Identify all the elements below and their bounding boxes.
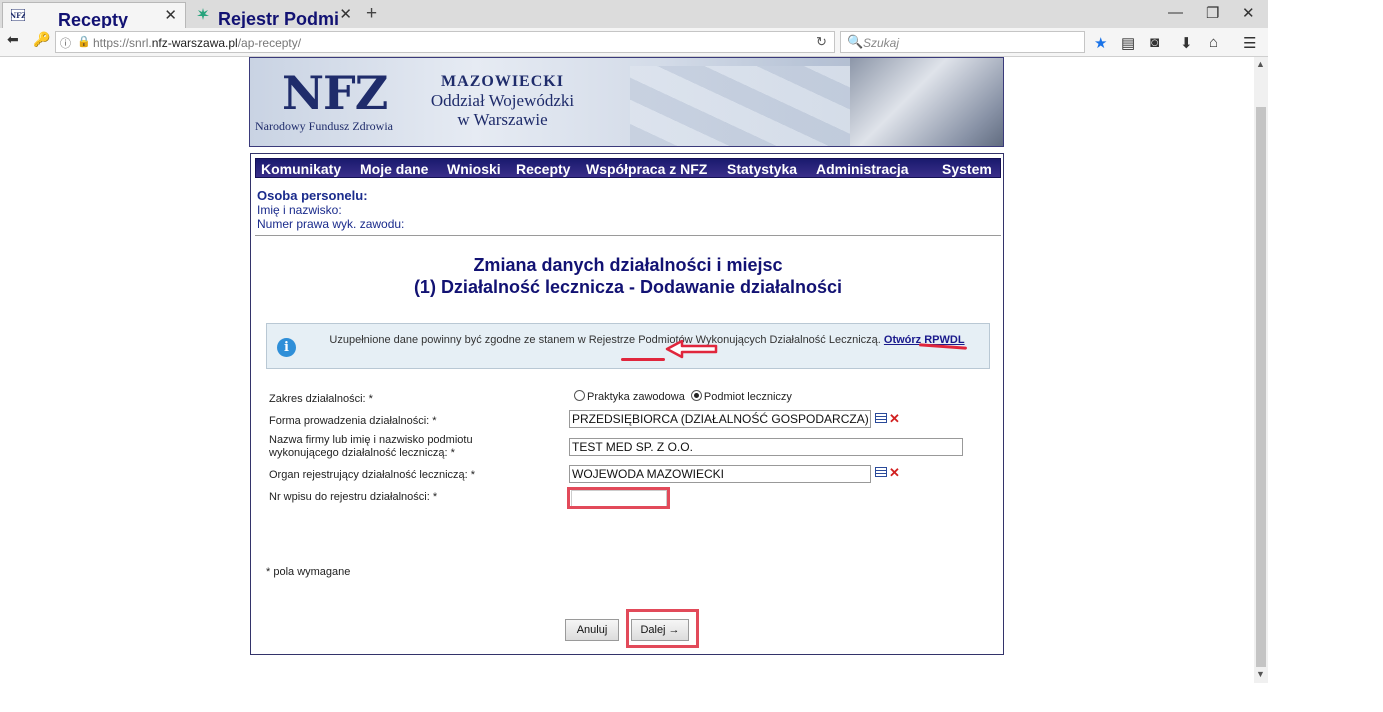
organ-field[interactable]: WOJEWODA MAZOWIECKI	[569, 465, 871, 483]
nav-bar: ⬅ 🔑 ⓘ 🔒 https://snrl.nfz-warszawa.pl/ap-…	[0, 28, 1268, 57]
scroll-up-icon[interactable]: ▲	[1256, 59, 1265, 69]
annotation-box-next	[626, 609, 699, 648]
menu-item-wnioski[interactable]: Wnioski	[447, 161, 501, 177]
scroll-thumb[interactable]	[1256, 107, 1266, 667]
bookmark-star-icon[interactable]: ★	[1094, 34, 1107, 52]
divider	[255, 235, 1001, 236]
menu-item-wspolpraca[interactable]: Współpraca z NFZ	[586, 161, 707, 177]
main-panel: Komunikaty Moje dane Wnioski Recepty Wsp…	[250, 153, 1004, 655]
menu-item-statystyka[interactable]: Statystyka	[727, 161, 797, 177]
required-note: * pola wymagane	[266, 566, 351, 578]
menu-item-komunikaty[interactable]: Komunikaty	[261, 161, 341, 177]
personnel-heading: Osoba personelu:	[257, 188, 368, 203]
tab-close-icon[interactable]: ✕	[164, 6, 177, 24]
annotation-arrow-icon	[665, 339, 718, 359]
tab-bar: NFZ Recepty ✕ Rejestr Podmiotów Wyko... …	[0, 0, 1268, 30]
address-bar[interactable]: ⓘ 🔒 https://snrl.nfz-warszawa.pl/ap-rece…	[55, 31, 835, 53]
scope-label: Zakres działalności: *	[269, 393, 373, 405]
download-icon[interactable]: ⬇	[1180, 34, 1193, 52]
form-type-field[interactable]: PRZEDSIĘBIORCA (DZIAŁALNOŚĆ GOSPODARCZA)	[569, 410, 871, 428]
hamburger-menu-icon[interactable]: ☰	[1243, 34, 1256, 52]
cancel-button[interactable]: Anuluj	[565, 619, 619, 641]
back-arrow-icon[interactable]: ⬅	[7, 31, 19, 52]
nfz-logo-subtitle: Narodowy Fundusz Zdrowia	[255, 119, 393, 133]
minimize-button[interactable]: —	[1168, 4, 1183, 21]
menu-item-recepty[interactable]: Recepty	[516, 161, 570, 177]
info-circle-icon[interactable]: ⓘ	[60, 35, 71, 51]
scroll-down-icon[interactable]: ▼	[1256, 669, 1265, 679]
dictionary-icon[interactable]	[875, 467, 887, 477]
info-icon: i	[277, 338, 296, 357]
browser-chrome: NFZ Recepty ✕ Rejestr Podmiotów Wyko... …	[0, 0, 1268, 57]
search-placeholder: Szukaj	[863, 36, 900, 50]
reload-icon[interactable]: ↻	[816, 34, 827, 50]
organ-label: Organ rejestrujący działalność leczniczą…	[269, 469, 476, 481]
pocket-icon[interactable]: ◙	[1150, 34, 1159, 51]
clear-icon[interactable]: ✕	[889, 466, 900, 479]
reading-list-icon[interactable]: ▤	[1121, 34, 1135, 52]
new-tab-button[interactable]: +	[366, 3, 377, 25]
home-icon[interactable]: ⌂	[1209, 34, 1218, 51]
info-box: i Uzupełnione dane powinny być zgodne ze…	[266, 323, 990, 369]
rpwdl-favicon-icon	[197, 8, 209, 20]
tab-close-icon[interactable]: ✕	[339, 5, 352, 23]
tab-title: Rejestr Podmiotów Wyko...	[218, 9, 338, 29]
scope-radio-group: Praktyka zawodowa Podmiot leczniczy	[574, 390, 792, 403]
key-icon[interactable]: 🔑	[33, 31, 50, 52]
nfz-banner: NFZ Narodowy Fundusz Zdrowia MAZOWIECKI …	[249, 57, 1004, 147]
personnel-license-label: Numer prawa wyk. zawodu:	[257, 217, 405, 231]
radio-praktyka[interactable]	[574, 390, 585, 401]
menu-item-moje-dane[interactable]: Moje dane	[360, 161, 428, 177]
company-name-field[interactable]: TEST MED SP. Z O.O.	[569, 438, 963, 456]
tab-recepty[interactable]: NFZ Recepty ✕	[2, 2, 186, 30]
annotation-box-registry	[567, 487, 670, 509]
main-menu: Komunikaty Moje dane Wnioski Recepty Wsp…	[255, 158, 1001, 178]
nfz-favicon-icon: NFZ	[11, 9, 25, 21]
branch-name: MAZOWIECKI Oddział Wojewódzki w Warszawi…	[430, 73, 575, 129]
page-scrollbar[interactable]: ▲ ▼	[1254, 57, 1268, 683]
search-icon: 🔍	[847, 34, 864, 49]
tab-rejestr[interactable]: Rejestr Podmiotów Wyko... ✕	[188, 2, 360, 29]
company-label: Nazwa firmy lub imię i nazwisko podmiotu…	[269, 434, 473, 459]
medical-staff-photo	[850, 58, 1003, 146]
restore-button[interactable]: ❐	[1206, 4, 1219, 22]
search-bar[interactable]: 🔍 Szukaj	[840, 31, 1085, 53]
page-title: Zmiana danych działalności i miejsc (1) …	[413, 255, 843, 297]
svg-text:NFZ: NFZ	[11, 11, 25, 20]
lock-icon: 🔒	[77, 36, 91, 48]
keyboard-image	[630, 66, 850, 146]
info-text: Uzupełnione dane powinny być zgodne ze s…	[329, 334, 965, 346]
clear-icon[interactable]: ✕	[889, 412, 900, 425]
form-type-label: Forma prowadzenia działalności: *	[269, 415, 437, 427]
window-close-button[interactable]: ✕	[1242, 4, 1255, 22]
registry-label: Nr wpisu do rejestru działalności: *	[269, 491, 438, 503]
dictionary-icon[interactable]	[875, 413, 887, 423]
personnel-name-label: Imię i nazwisko:	[257, 203, 342, 217]
menu-item-system[interactable]: System	[942, 161, 992, 177]
url-text: https://snrl.nfz-warszawa.pl/ap-recepty/	[93, 36, 302, 50]
radio-podmiot[interactable]	[690, 390, 702, 401]
menu-item-administracja[interactable]: Administracja	[816, 161, 909, 177]
personnel-info: Osoba personelu: Imię i nazwisko: Numer …	[257, 188, 404, 231]
annotation-underline	[621, 358, 665, 361]
nfz-logo: NFZ	[282, 66, 388, 120]
